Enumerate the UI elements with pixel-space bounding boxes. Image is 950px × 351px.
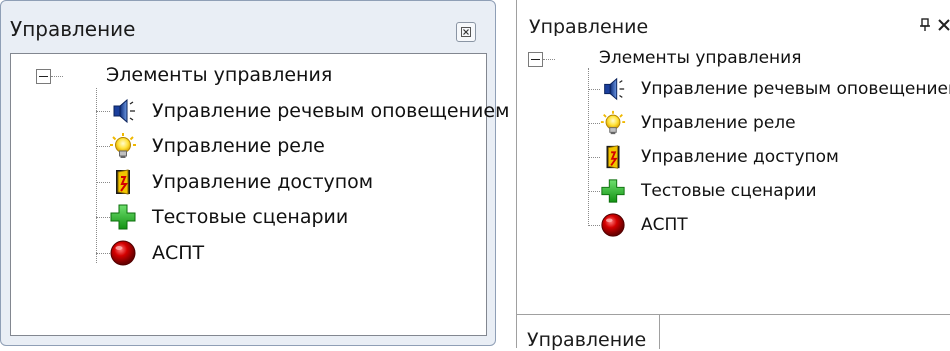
close-icon[interactable] xyxy=(938,19,950,31)
green-plus-icon xyxy=(110,204,136,230)
collapse-toggle[interactable] xyxy=(528,52,543,67)
tree-item-aspt[interactable]: АСПТ xyxy=(152,242,204,264)
lightbulb-icon xyxy=(600,110,626,135)
left-control-panel: Управление Элементы управления Управлени… xyxy=(0,0,509,346)
pin-icon[interactable] xyxy=(919,18,931,32)
door-icon xyxy=(606,145,620,169)
tree-item-test-scenarios[interactable]: Тестовые сценарии xyxy=(152,206,348,228)
speaker-icon xyxy=(604,77,625,101)
tree-item-aspt[interactable]: АСПТ xyxy=(641,215,688,235)
green-plus-icon xyxy=(601,179,625,203)
lightbulb-icon xyxy=(110,133,136,158)
right-docked-panel: Управление Элементы управления Управлени… xyxy=(516,0,950,351)
tree-root-label[interactable]: Элементы управления xyxy=(599,48,801,68)
tree-root-label[interactable]: Элементы управления xyxy=(106,64,332,86)
tree-item-speech-notification[interactable]: Управление речевым оповещением xyxy=(641,79,950,99)
right-panel-title: Управление xyxy=(529,16,649,38)
bottom-tab-strip: Управление xyxy=(517,314,950,351)
speaker-icon xyxy=(113,98,135,124)
right-panel-titlebar: Управление xyxy=(517,0,950,38)
left-panel-title: Управление xyxy=(10,17,136,41)
left-tree-view[interactable]: Элементы управления Управление речевым о… xyxy=(10,53,509,336)
tree-item-relay-control[interactable]: Управление реле xyxy=(641,113,796,133)
close-icon xyxy=(461,27,471,37)
door-icon xyxy=(116,169,130,195)
left-panel-close-button[interactable] xyxy=(456,22,476,42)
collapse-toggle[interactable] xyxy=(36,69,51,84)
tree-item-test-scenarios[interactable]: Тестовые сценарии xyxy=(641,181,817,201)
tree-item-relay-control[interactable]: Управление реле xyxy=(152,135,325,157)
tree-item-access-control[interactable]: Управление доступом xyxy=(152,171,373,193)
red-lamp-icon xyxy=(110,240,136,266)
tab-control[interactable]: Управление xyxy=(517,315,660,351)
tree-item-access-control[interactable]: Управление доступом xyxy=(641,147,839,167)
right-tree-view[interactable]: Элементы управления Управление речевым о… xyxy=(517,36,950,314)
tree-item-speech-notification[interactable]: Управление речевым оповещением xyxy=(152,100,509,122)
red-lamp-icon xyxy=(601,213,625,237)
